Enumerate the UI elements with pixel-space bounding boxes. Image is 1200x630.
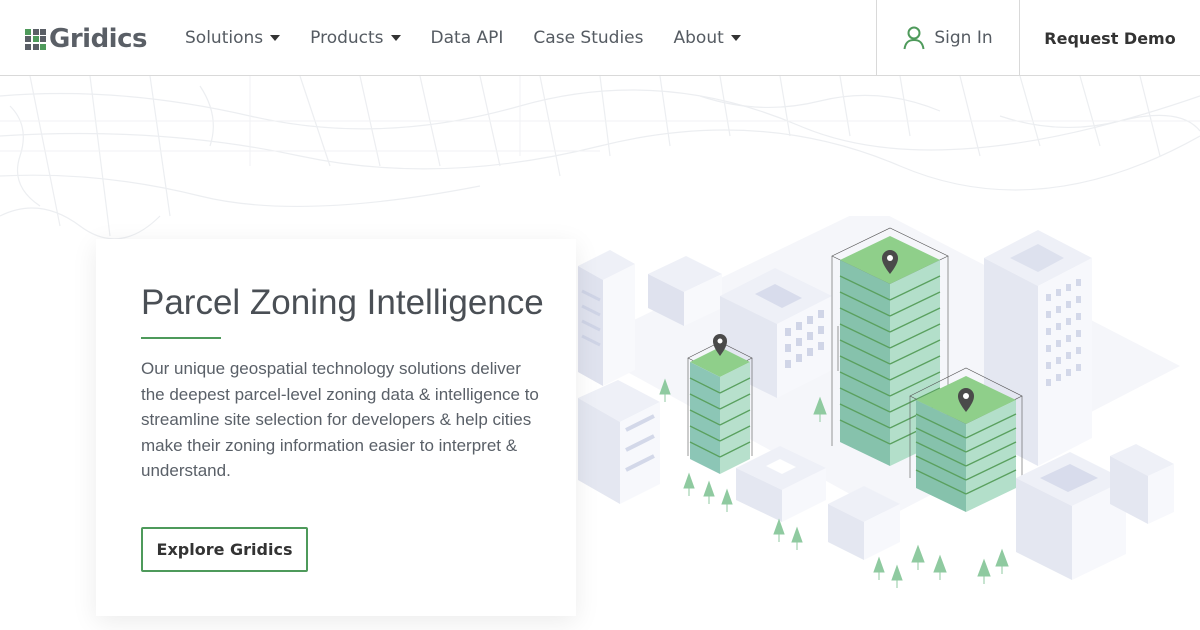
- user-icon: [903, 26, 925, 50]
- building-white: [578, 250, 635, 386]
- nav-item-about[interactable]: About: [674, 28, 741, 48]
- nav-item-solutions[interactable]: Solutions: [185, 28, 281, 48]
- hero-title: Parcel Zoning Intelligence: [141, 283, 544, 322]
- nav-item-label: Case Studies: [533, 28, 644, 48]
- top-navigation: Gridics Solutions Products Data API Case…: [0, 0, 1200, 76]
- main-menu: Solutions Products Data API Case Studies…: [185, 0, 771, 76]
- sign-in-label: Sign In: [934, 28, 993, 48]
- hero-description: Our unique geospatial technology solutio…: [141, 359, 539, 480]
- nav-item-data-api[interactable]: Data API: [431, 28, 504, 48]
- building-white: [578, 380, 660, 504]
- isometric-city-illustration: [578, 216, 1180, 588]
- nav-item-case-studies[interactable]: Case Studies: [533, 28, 643, 48]
- nav-item-label: Products: [310, 28, 384, 48]
- explore-gridics-button[interactable]: Explore Gridics: [141, 527, 308, 572]
- nav-item-label: Data API: [430, 28, 504, 48]
- title-divider: [141, 337, 221, 339]
- gridics-logo[interactable]: Gridics: [25, 24, 148, 54]
- sign-in-button[interactable]: Sign In: [876, 0, 1020, 76]
- caret-down-icon: [270, 35, 281, 41]
- nav-item-label: Solutions: [185, 28, 264, 48]
- hero-card: Parcel Zoning Intelligence Our unique ge…: [96, 239, 576, 616]
- caret-down-icon: [390, 35, 401, 41]
- nav-item-products[interactable]: Products: [310, 28, 401, 48]
- request-demo-label: Request Demo: [1044, 28, 1176, 48]
- grid-logo-icon: [25, 28, 46, 50]
- request-demo-button[interactable]: Request Demo: [1020, 0, 1200, 76]
- caret-down-icon: [730, 35, 741, 41]
- hero-section: Parcel Zoning Intelligence Our unique ge…: [0, 76, 1200, 630]
- brand-name: Gridics: [49, 24, 148, 54]
- nav-item-label: About: [673, 28, 724, 48]
